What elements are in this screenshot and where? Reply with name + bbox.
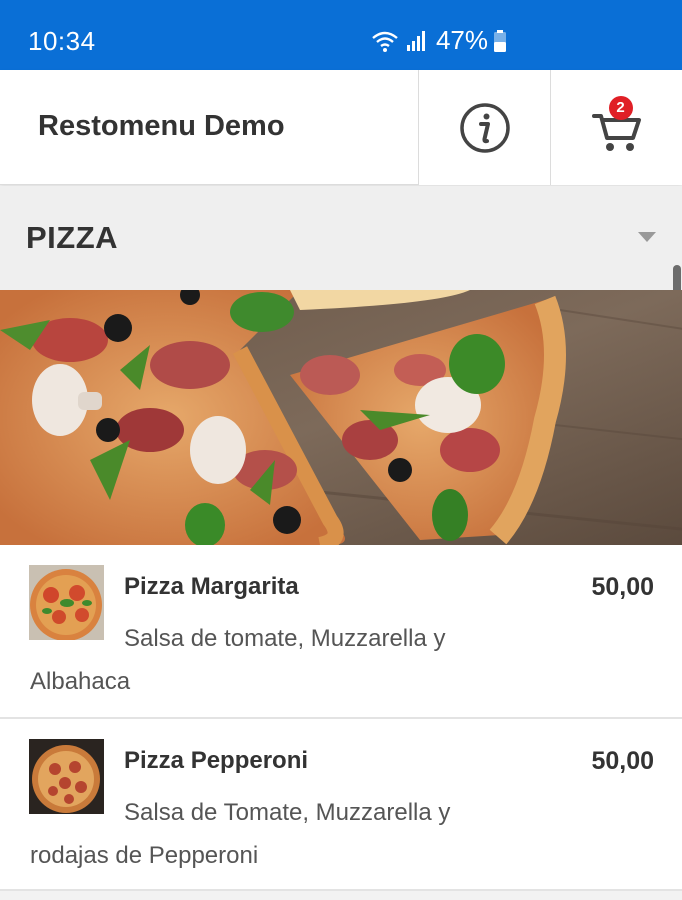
menu-item-list: Pizza Margarita 50,00 Salsa de tomate, M… <box>0 545 682 891</box>
info-icon <box>459 102 510 153</box>
item-name: Pizza Margarita <box>124 573 299 600</box>
status-time: 10:34 <box>28 26 96 56</box>
cart-button[interactable]: 2 <box>550 70 682 185</box>
caret-down-icon[interactable] <box>638 232 656 242</box>
info-button[interactable] <box>418 70 550 185</box>
category-header-pizza[interactable]: PIZZA <box>0 186 682 290</box>
item-price: 50,00 <box>591 573 654 601</box>
wifi-icon <box>372 31 398 52</box>
item-description: Salsa de tomate, Muzzarella y Albahaca <box>30 625 446 695</box>
item-price: 50,00 <box>591 747 654 775</box>
battery-percent: 47% <box>435 25 488 55</box>
menu-item[interactable]: Pizza Pepperoni 50,00 Salsa de Tomate, M… <box>0 719 682 891</box>
cart-count-badge: 2 <box>608 95 633 120</box>
category-title: PIZZA <box>26 220 119 255</box>
category-hero-image <box>0 290 682 545</box>
status-indicators: 47% <box>370 25 506 56</box>
app-bar: Restomenu Demo 2 <box>0 70 682 185</box>
menu-item[interactable]: Pizza Margarita 50,00 Salsa de tomate, M… <box>0 545 682 719</box>
battery-icon <box>494 29 506 52</box>
cart-wrapper: 2 <box>587 95 647 158</box>
item-name: Pizza Pepperoni <box>124 747 309 774</box>
app-title: Restomenu Demo <box>38 110 285 142</box>
pizza-hero-photo <box>0 290 682 545</box>
status-bar: 10:34 47% <box>0 0 682 70</box>
item-description: Salsa de Tomate, Muzzarella y rodajas de… <box>30 799 451 869</box>
signal-icon <box>406 30 425 51</box>
